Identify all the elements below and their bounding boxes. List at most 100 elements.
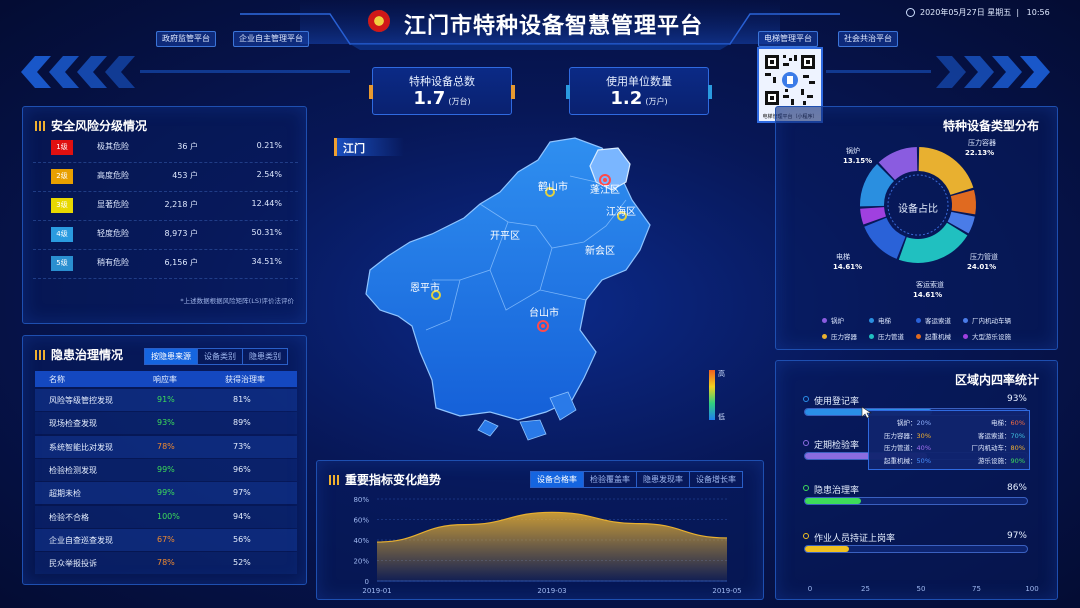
tag-elevator-platform[interactable]: 电梯管理平台 [758, 31, 818, 47]
city-label-taishan[interactable]: 台山市 [529, 304, 559, 319]
legend-dot-icon [916, 334, 921, 339]
legend-dot-icon [963, 318, 968, 323]
rate-name: 定期检验率 [814, 441, 860, 451]
tooltip-row: 游乐设施：90% [939, 455, 1025, 468]
legend-item[interactable]: 厂内机动车辆 [963, 315, 1011, 325]
hazard-title: 隐患治理情况 [51, 348, 124, 362]
legend-item[interactable]: 电梯 [869, 315, 891, 325]
city-label-pengjiang[interactable]: 蓬江区 [590, 181, 620, 196]
response-rate: 99% [157, 464, 175, 474]
ring-icon [803, 533, 809, 539]
tag-social-platform[interactable]: 社会共治平台 [838, 31, 898, 47]
pie-label-name: 压力容器 [968, 138, 996, 147]
level-badge: 2级 [51, 169, 73, 184]
risk-panel: 安全风险分级情况 1级 极其危险 36 户 0.21% 2级 高度危险 453 户 2.54%… [22, 106, 307, 324]
tooltip-key: 厂内机动车： [971, 444, 1011, 452]
tag-gov-platform[interactable]: 政府监管平台 [156, 31, 216, 47]
risk-level-name: 轻度危险 [97, 229, 129, 238]
pie-slice [898, 222, 968, 263]
legend-label: 起重机械 [925, 333, 951, 341]
level-badge: 4级 [51, 227, 73, 242]
four-rates-panel: 区域内四率统计 使用登记率 93% 定期检验率 隐患治理率 86% 作业人员持证上岗率 97… [775, 360, 1058, 600]
table-row[interactable]: 系统智能比对发现 78% 73% [35, 435, 297, 458]
tag-enterprise-platform[interactable]: 企业自主管理平台 [233, 31, 309, 47]
level-badge: 3级 [51, 198, 73, 213]
tooltip-row: 电梯：60% [939, 417, 1025, 430]
legend-label: 厂内机动车辆 [972, 317, 1011, 325]
hazard-tabs: 按隐患来源 设备类别 隐患类别 [144, 348, 288, 365]
qr-code-icon [765, 55, 815, 105]
datetime: 2020年05月27日 星期五 | 10:56 [920, 8, 1050, 17]
fix-rate: 89% [233, 418, 251, 428]
rate-value: 86% [1006, 483, 1027, 493]
x-tick-label: 2019-01 [362, 587, 391, 595]
risk-note: *上述数据根据风险矩阵(LS)评价法评价 [180, 297, 294, 305]
tab-hazard-category[interactable]: 隐患类别 [242, 349, 287, 364]
legend-item[interactable]: 压力管道 [869, 331, 904, 341]
legend-dot-icon [822, 318, 827, 323]
table-row[interactable]: 检验不合格 100% 94% [35, 505, 297, 528]
tab-by-source[interactable]: 按隐患来源 [145, 349, 197, 364]
tooltip-value: 60% [1010, 419, 1025, 427]
table-row[interactable]: 检验检测发现 99% 96% [35, 458, 297, 481]
tooltip-key: 游乐设施： [978, 456, 1011, 465]
table-row[interactable]: 企业自查巡查发现 67% 56% [35, 528, 297, 551]
stat-unit: (万户) [645, 97, 668, 106]
fix-rate: 94% [233, 511, 251, 521]
tooltip-row: 锅炉：20% [869, 417, 931, 430]
risk-percent: 34.51% [251, 257, 282, 266]
city-label-xinhui[interactable]: 新会区 [585, 242, 615, 257]
stat-value: 1.7 [413, 88, 446, 109]
pie-slice [864, 217, 906, 259]
city-label-enping[interactable]: 恩平市 [410, 279, 440, 294]
y-tick-label: 80% [353, 496, 369, 504]
legend-item[interactable]: 客运索道 [916, 315, 951, 325]
x-tick-label: 25 [861, 585, 870, 593]
hazard-source-name: 检验检测发现 [49, 465, 97, 475]
risk-count: 36 户 [177, 142, 198, 151]
tooltip-key: 客运索道： [978, 431, 1011, 440]
pie-label-percent: 22.13% [965, 149, 994, 157]
city-label-jianghai[interactable]: 江海区 [606, 203, 636, 218]
legend-item[interactable]: 起重机械 [916, 331, 951, 341]
legend-item[interactable]: 大型游乐设施 [963, 331, 1011, 341]
hazard-source-name: 企业自查巡查发现 [49, 535, 113, 545]
legend-item[interactable]: 锅炉 [822, 315, 844, 325]
fix-rate: 52% [233, 558, 251, 568]
jiangmen-map [365, 137, 651, 441]
legend-label: 压力容器 [831, 333, 857, 341]
fix-rate: 56% [233, 534, 251, 544]
x-tick-label: 50 [916, 585, 926, 593]
rate-item[interactable]: 隐患治理率 86% [776, 483, 1057, 511]
stat-label: 特种设备总数 [409, 75, 475, 88]
risk-level-name: 高度危险 [97, 171, 129, 180]
table-row[interactable]: 民众举报投诉 78% 52% [35, 552, 297, 575]
hazard-source-name: 现场检查发现 [49, 419, 97, 429]
stat-card-total-devices: 特种设备总数 1.7 (万台) [369, 67, 515, 115]
stat-unit: (万台) [448, 97, 471, 106]
table-row[interactable]: 现场检查发现 93% 89% [35, 412, 297, 435]
y-tick-label: 0 [365, 578, 369, 586]
tab-device-category[interactable]: 设备类别 [197, 349, 242, 364]
legend-high: 高 [718, 370, 725, 378]
rate-item[interactable]: 作业人员持证上岗率 97% [776, 531, 1057, 559]
table-row[interactable]: 超期未检 99% 97% [35, 482, 297, 505]
table-row[interactable]: 风险等级管控发现 91% 81% [35, 389, 297, 411]
risk-count: 6,156 户 [164, 258, 198, 267]
hazard-source-name: 系统智能比对发现 [49, 442, 113, 452]
risk-level-name: 稍有危险 [97, 258, 129, 267]
legend-item[interactable]: 压力容器 [822, 331, 857, 341]
tooltip-key: 锅炉： [897, 419, 917, 427]
x-tick-label: 2019-05 [712, 587, 741, 595]
tooltip-key: 压力容器： [884, 431, 917, 440]
rate-track [804, 545, 1028, 553]
city-label-heshan[interactable]: 鹤山市 [538, 178, 568, 193]
x-tick-label: 0 [807, 585, 813, 593]
risk-percent: 0.21% [256, 141, 282, 150]
pie-label-percent: 13.15% [843, 157, 872, 165]
fix-rate: 73% [233, 441, 251, 451]
risk-row: 2级 高度危险 453 户 2.54% [33, 164, 298, 192]
hazard-source-name: 风险等级管控发现 [49, 396, 113, 405]
city-label-kaiping[interactable]: 开平区 [490, 227, 520, 242]
pie-label-percent: 24.01% [967, 263, 996, 271]
